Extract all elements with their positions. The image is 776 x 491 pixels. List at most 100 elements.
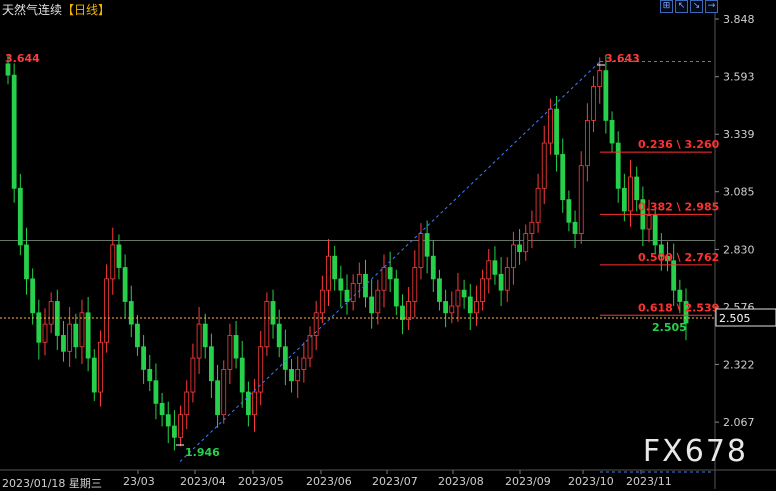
x-tick-label: 2023/10 — [568, 475, 614, 488]
current-low-label: 2.505 — [652, 321, 687, 334]
candle-body — [141, 346, 147, 370]
candle-body — [178, 414, 183, 438]
fib-level-label: 0.236 \ 3.260 — [638, 138, 720, 151]
candle-body — [554, 108, 559, 155]
candle-body — [172, 425, 177, 438]
candle-body — [406, 301, 412, 321]
candle-body — [652, 215, 658, 246]
candle-body — [295, 369, 301, 382]
candle-body — [202, 323, 208, 348]
candle-body — [301, 357, 307, 370]
arrow-right-icon[interactable]: → — [705, 0, 718, 13]
candle-body — [437, 278, 442, 302]
candle-body — [319, 289, 325, 314]
candle-body — [67, 323, 73, 352]
candle-body — [541, 142, 547, 189]
candle-body — [239, 357, 245, 393]
candle-body — [73, 323, 79, 348]
candle-body — [326, 255, 331, 291]
instrument-name: 天然气连续 — [2, 3, 63, 17]
candle-body — [91, 357, 97, 393]
candle-body — [492, 260, 498, 275]
y-tick-label: 3.593 — [723, 71, 755, 84]
candle-body — [548, 108, 553, 144]
candle-body — [122, 267, 128, 302]
candle-body — [535, 187, 541, 223]
price-chart: 3.8483.5933.3393.0852.8302.5762.3222.067… — [0, 0, 776, 489]
candle-body — [430, 255, 436, 280]
x-tick-label: 2023/05 — [238, 475, 284, 488]
fib-level-label: 0.382 \ 2.985 — [638, 200, 719, 213]
candle-body — [621, 187, 627, 212]
candle-body — [375, 289, 381, 314]
period-high-label: 3.643 — [605, 52, 640, 65]
arrow-up-left-icon[interactable]: ↖ — [675, 0, 688, 13]
trend-line — [179, 61, 601, 462]
candle-body — [190, 357, 196, 393]
x-tick-label: 2023/11 — [626, 475, 672, 488]
candle-body — [572, 221, 578, 234]
candle-body — [282, 346, 288, 370]
y-tick-label: 3.339 — [723, 128, 755, 141]
candle-body — [344, 289, 350, 302]
y-tick-label: 2.322 — [723, 358, 755, 371]
period-label: 【日线】 — [62, 3, 111, 17]
candle-body — [578, 165, 584, 234]
candle-body — [258, 346, 264, 393]
y-tick-label: 3.848 — [723, 13, 755, 26]
candle-body — [104, 278, 110, 343]
candle-body — [449, 305, 455, 314]
watermark-logo: FX678 — [642, 434, 748, 469]
start-high-label: 3.644 — [5, 52, 40, 65]
period-low-label: 1.946 — [185, 446, 220, 459]
candle-body — [24, 244, 29, 280]
candle-body — [443, 301, 449, 314]
candle-body — [307, 335, 313, 359]
candle-body — [350, 282, 356, 302]
candle-body — [628, 176, 633, 212]
candle-body — [529, 221, 535, 234]
candle-body — [381, 267, 387, 291]
arrow-down-right-icon[interactable]: ↘ — [690, 0, 703, 13]
y-tick-label: 2.067 — [723, 416, 755, 429]
candle-body — [332, 255, 338, 280]
candle-body — [338, 278, 344, 291]
candle-body — [461, 289, 467, 298]
fib-level-label: 0.500 \ 2.762 — [638, 251, 719, 264]
candle-body — [504, 267, 510, 291]
candle-body — [116, 244, 122, 268]
candle-body — [646, 215, 652, 230]
candle-body — [523, 233, 529, 253]
x-tick-label: 2023/09 — [505, 475, 551, 488]
candle-body — [584, 120, 590, 167]
candle-body — [48, 301, 54, 325]
candle-body — [85, 312, 91, 359]
candle-body — [5, 63, 11, 76]
fib-level-label: 0.618 \ 2.539 — [638, 301, 719, 314]
x-tick-label: 2023/07 — [372, 475, 418, 488]
candle-body — [560, 153, 566, 201]
candle-body — [597, 70, 603, 87]
candle-body — [566, 199, 572, 223]
x-tick-label: 2023/06 — [306, 475, 352, 488]
candle-body — [517, 244, 522, 253]
candle-body — [591, 86, 596, 121]
candle-body — [184, 391, 190, 416]
candle-body — [159, 402, 165, 416]
candle-body — [30, 278, 36, 314]
candle-body — [61, 335, 66, 352]
candle-body — [42, 323, 48, 343]
candle-body — [387, 267, 393, 280]
candle-body — [480, 278, 486, 302]
candle-body — [252, 391, 257, 416]
candle-body — [677, 289, 683, 302]
candle-body — [424, 233, 430, 257]
x-tick-label: 23/03 — [123, 475, 155, 488]
candle-body — [474, 301, 479, 314]
layout-icon[interactable]: ⊞ — [660, 0, 673, 13]
candle-body — [208, 346, 214, 382]
candle-body — [264, 301, 270, 348]
last-price-label: 2.505 — [719, 312, 751, 325]
candle-body — [276, 323, 282, 348]
candle-body — [418, 233, 424, 268]
